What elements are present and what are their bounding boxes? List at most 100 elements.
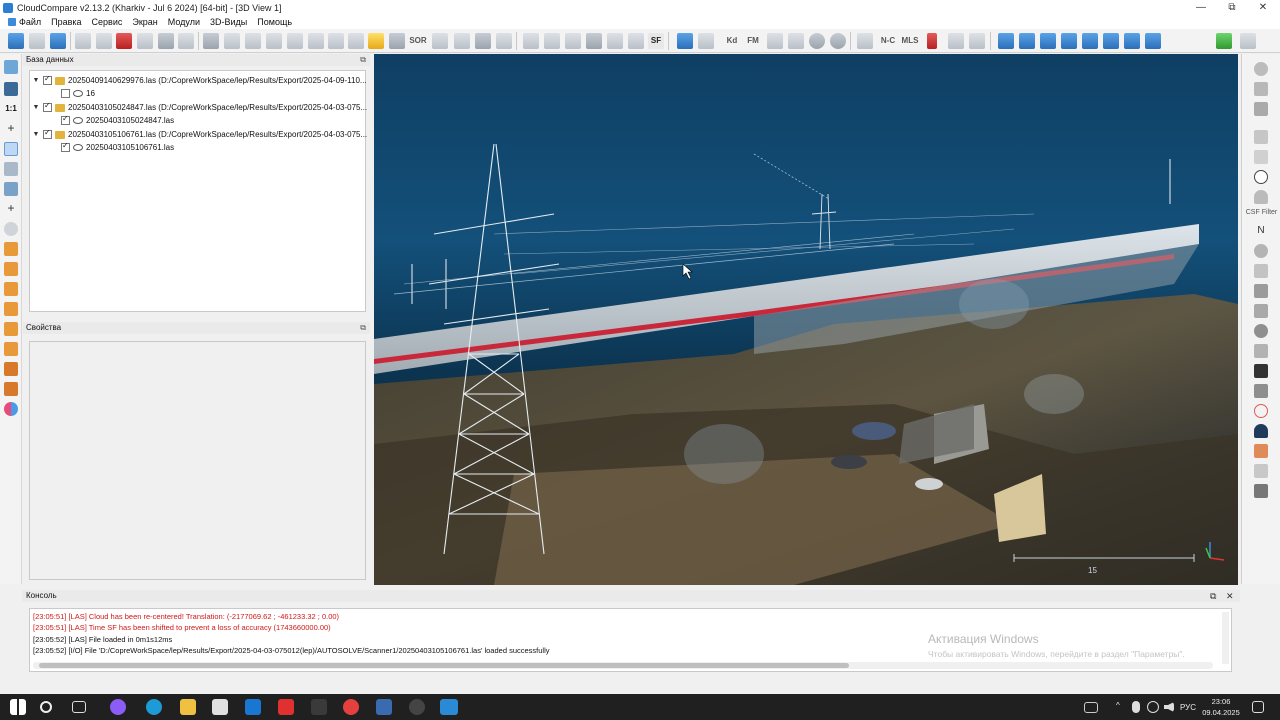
menu-plugins[interactable]: Модули [163,15,205,29]
menu-display[interactable]: Экран [127,15,162,29]
visibility-checkbox[interactable] [43,101,52,112]
close-button[interactable]: ✕ [1248,0,1278,15]
expand-arrow-icon[interactable]: ▼ [32,131,40,138]
view-top-icon[interactable] [998,33,1014,49]
vertical-scrollbar[interactable] [1222,612,1229,664]
expand-arrow-icon[interactable]: ▼ [32,77,40,84]
disabled-icon[interactable] [1254,62,1268,76]
pivot-icon[interactable]: + [4,122,18,136]
tray-chevron-icon[interactable]: ^ [1116,701,1120,710]
canupo-icon[interactable] [1254,244,1268,258]
merge-icon[interactable] [203,33,219,49]
cloudcompare-taskbar-icon[interactable] [440,699,458,715]
shield-icon[interactable] [1254,190,1268,204]
explorer-icon[interactable] [180,699,196,715]
tree-item[interactable]: 20250403105024847.las [58,114,174,127]
box-top-icon[interactable] [4,322,18,336]
sf-list-icon[interactable] [565,33,581,49]
sf-filter-icon[interactable] [544,33,560,49]
sphere-icon[interactable] [809,33,825,49]
histogram-icon[interactable] [523,33,539,49]
menu-file[interactable]: Файл [3,15,46,29]
kd-button[interactable]: Kd [724,33,740,49]
remove-sf-icon[interactable] [628,33,644,49]
clock[interactable]: 23:06 09.04.2025 [1200,696,1242,718]
archive-icon[interactable] [1254,130,1268,144]
save-icon[interactable] [29,33,45,49]
undock-icon[interactable]: ⧉ [1210,590,1216,602]
box-bottom-icon[interactable] [4,342,18,356]
project-icon[interactable] [376,699,392,715]
menu-help[interactable]: Помощь [252,15,297,29]
link-icon[interactable] [857,33,873,49]
recorder-icon[interactable] [409,699,425,715]
visibility-checkbox[interactable] [61,89,70,98]
brush-icon[interactable] [1254,150,1268,164]
pivot-visible-icon[interactable] [4,142,18,156]
ransac-icon[interactable] [1254,364,1268,378]
view-iso2-icon[interactable] [1145,33,1161,49]
iso-box-icon[interactable] [4,362,18,376]
plane-fit-icon[interactable] [475,33,491,49]
console-log[interactable]: [23:05:51] [LAS] Cloud has been re-cente… [29,608,1232,672]
plugin-icon[interactable] [1216,33,1232,49]
visibility-checkbox[interactable] [61,114,70,125]
headset-icon[interactable] [1254,424,1268,438]
volume-icon[interactable] [1164,702,1174,712]
layers-icon[interactable] [1254,102,1268,116]
compute-normals-icon[interactable] [328,33,344,49]
close-console-icon[interactable]: ✕ [1226,590,1234,602]
list-icon[interactable] [96,33,112,49]
view-iso1-icon[interactable] [1124,33,1140,49]
animation-icon[interactable] [1254,444,1268,458]
tree-item[interactable]: 16 [58,87,95,100]
visibility-checkbox[interactable] [61,141,70,152]
microphone-icon[interactable] [1132,701,1140,713]
ring-icon[interactable] [1254,404,1268,418]
maximize-button[interactable]: ⧉ [1217,0,1247,15]
subsample-icon[interactable] [266,33,282,49]
yandex-browser-icon[interactable] [343,699,359,715]
save-all-icon[interactable] [50,33,66,49]
sample-mesh-icon[interactable] [788,33,804,49]
camera-icon[interactable] [4,82,18,96]
app-icon[interactable] [311,699,327,715]
crop-icon[interactable] [308,33,324,49]
sf-button[interactable]: SF [648,33,664,49]
box-back-icon[interactable] [4,302,18,316]
horizontal-scrollbar[interactable] [33,662,1213,669]
visibility-checkbox[interactable] [43,74,52,85]
csf-filter-label[interactable]: CSF Filter [1243,209,1280,216]
nc-button[interactable]: N-C [877,33,899,49]
density-icon[interactable] [948,33,964,49]
menu-3d-views[interactable]: 3D-Виды [205,15,252,29]
noise-filter-icon[interactable] [432,33,448,49]
stereo-icon[interactable] [4,402,18,416]
rasterize-icon[interactable] [389,33,405,49]
segment-icon[interactable] [137,33,153,49]
hpr-icon[interactable] [368,33,384,49]
pin-icon[interactable]: ⧉ [360,54,366,66]
fm-button[interactable]: FM [745,33,761,49]
grid-icon[interactable] [1254,82,1268,96]
align-icon[interactable] [245,33,261,49]
zoom-1-1-button[interactable]: 1:1 [4,102,18,116]
task-view-icon[interactable] [72,701,86,713]
cross-section-icon[interactable] [454,33,470,49]
facets-icon[interactable] [1254,264,1268,278]
viewport-icon[interactable] [4,182,18,196]
sample-points-icon[interactable] [287,33,303,49]
view-right-icon[interactable] [1082,33,1098,49]
distance-icon[interactable] [348,33,364,49]
box-side-icon[interactable] [4,282,18,296]
box-icon[interactable] [4,242,18,256]
visibility-checkbox[interactable] [43,128,52,139]
menu-tools[interactable]: Сервис [87,15,128,29]
sphere-fit-icon[interactable] [1254,324,1268,338]
clone-icon[interactable] [158,33,174,49]
pin-icon[interactable]: ⧉ [360,322,366,334]
scissors-icon[interactable] [496,33,512,49]
expand-arrow-icon[interactable]: ▼ [32,104,40,111]
north-icon[interactable]: N [1254,224,1268,238]
tree-item[interactable]: 20250403105106761.las [58,141,174,154]
